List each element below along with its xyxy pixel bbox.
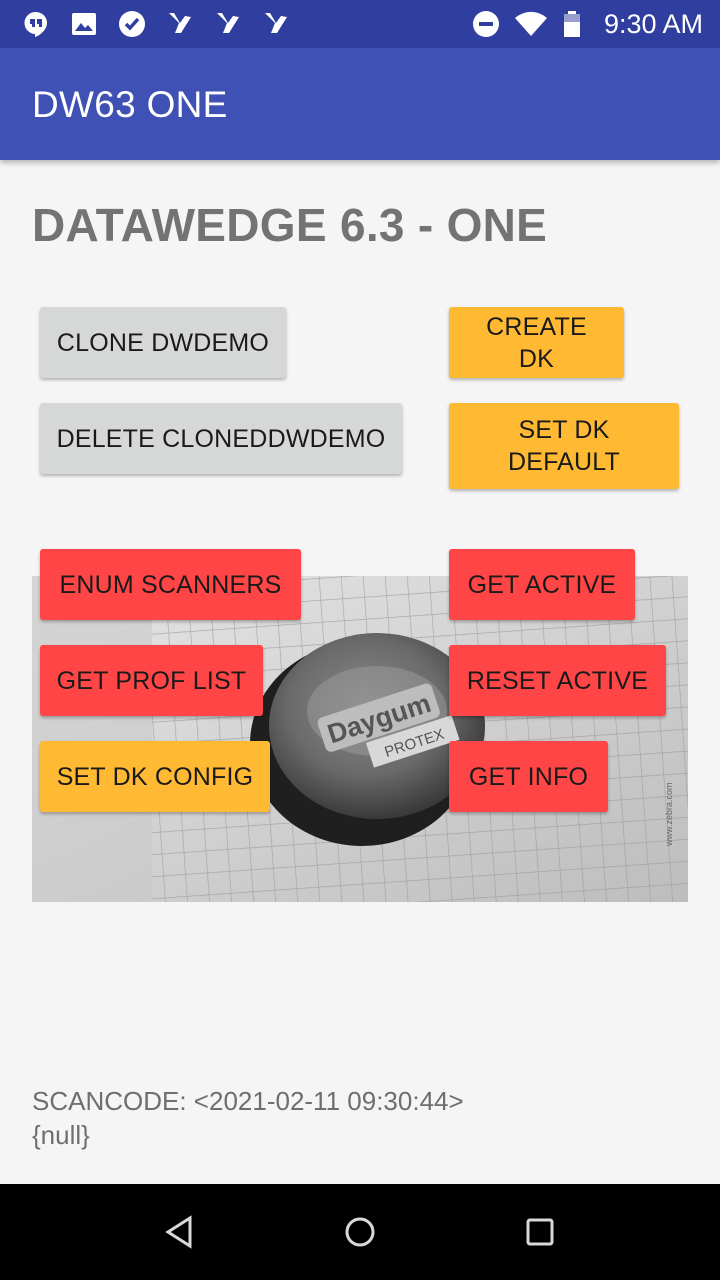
recents-icon[interactable] bbox=[520, 1212, 560, 1252]
app-notification-icon bbox=[265, 13, 287, 33]
wifi-icon bbox=[515, 11, 547, 37]
do-not-disturb-icon bbox=[473, 11, 499, 37]
app-notification-icon bbox=[169, 13, 191, 33]
home-icon[interactable] bbox=[340, 1212, 380, 1252]
check-circle-icon bbox=[119, 11, 145, 37]
back-icon[interactable] bbox=[160, 1212, 200, 1252]
get-active-button[interactable]: GET ACTIVE bbox=[449, 549, 635, 620]
create-dk-button[interactable]: CREATE DK bbox=[449, 307, 624, 378]
battery-icon bbox=[564, 11, 580, 37]
status-time: 9:30 AM bbox=[603, 9, 703, 39]
scan-result-line1: SCANCODE: <2021-02-11 09:30:44> bbox=[32, 1086, 464, 1116]
get-info-button[interactable]: GET INFO bbox=[449, 741, 608, 812]
status-bar: 9:30 AM bbox=[0, 0, 720, 48]
delete-cloned-button[interactable]: DELETE CLONEDDWDEMO bbox=[40, 403, 402, 474]
set-dk-default-button[interactable]: SET DK DEFAULT bbox=[449, 403, 679, 489]
enum-scanners-button[interactable]: ENUM SCANNERS bbox=[40, 549, 301, 620]
navigation-bar bbox=[0, 1184, 720, 1280]
app-title: DW63 ONE bbox=[32, 84, 228, 125]
get-prof-list-button[interactable]: GET PROF LIST bbox=[40, 645, 263, 716]
reset-active-button[interactable]: RESET ACTIVE bbox=[449, 645, 666, 716]
scan-result-line2: {null} bbox=[32, 1120, 90, 1150]
preview-side-text: www.zebra.com bbox=[664, 782, 674, 847]
camera-preview: Daygum PROTEX www.zebra.com bbox=[32, 576, 688, 902]
set-dk-config-button[interactable]: SET DK CONFIG bbox=[40, 741, 270, 812]
camera-preview-image: Daygum PROTEX www.zebra.com bbox=[32, 576, 688, 902]
image-icon bbox=[72, 13, 96, 35]
clone-dwdemo-button[interactable]: CLONE DWDEMO bbox=[40, 307, 286, 378]
hangouts-icon bbox=[24, 11, 47, 37]
app-notification-icon bbox=[217, 13, 239, 33]
scan-result: SCANCODE: <2021-02-11 09:30:44> {null} bbox=[32, 1084, 464, 1152]
page-heading: DATAWEDGE 6.3 - ONE bbox=[32, 199, 548, 251]
app-bar: DW63 ONE bbox=[0, 48, 720, 160]
